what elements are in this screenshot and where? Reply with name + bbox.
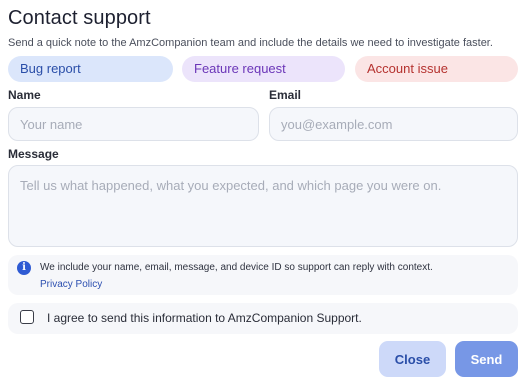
consent-row[interactable]: I agree to send this information to AmzC… (8, 303, 518, 334)
category-chip-account-issue[interactable]: Account issue (355, 56, 518, 82)
email-label: Email (269, 88, 302, 102)
consent-checkbox[interactable] (20, 310, 34, 324)
privacy-notice-text: We include your name, email, message, an… (40, 262, 433, 273)
dialog-title: Contact support (8, 7, 151, 29)
email-input[interactable] (269, 107, 518, 141)
name-label: Name (8, 88, 41, 102)
contact-support-dialog: Contact support Send a quick note to the… (0, 0, 526, 382)
info-icon: i (17, 261, 31, 275)
privacy-notice: i We include your name, email, message, … (8, 255, 518, 295)
consent-label[interactable]: I agree to send this information to AmzC… (47, 311, 362, 325)
dialog-subtitle: Send a quick note to the AmzCompanion te… (8, 37, 493, 49)
send-button[interactable]: Send (455, 341, 518, 377)
privacy-policy-link[interactable]: Privacy Policy (40, 279, 102, 290)
name-input[interactable] (8, 107, 259, 141)
message-textarea[interactable] (8, 165, 518, 247)
category-chip-bug-report[interactable]: Bug report (8, 56, 173, 82)
close-button[interactable]: Close (379, 341, 446, 377)
message-label: Message (8, 147, 59, 161)
category-chip-feature-request[interactable]: Feature request (182, 56, 345, 82)
